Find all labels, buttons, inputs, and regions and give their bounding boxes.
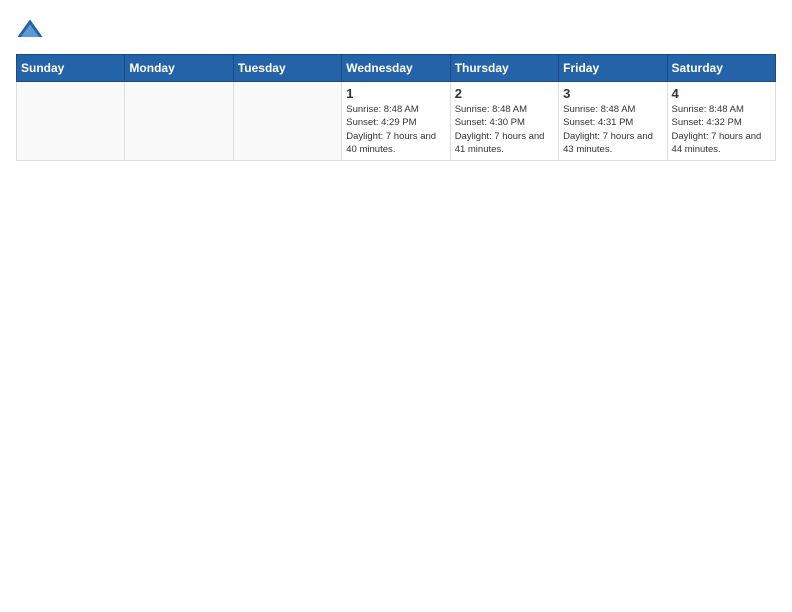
calendar-cell: 2 Sunrise: 8:48 AMSunset: 4:30 PMDaylight… (450, 82, 558, 161)
calendar-cell: 4 Sunrise: 8:48 AMSunset: 4:32 PMDaylight… (667, 82, 775, 161)
day-number: 3 (563, 86, 662, 101)
weekday-header-saturday: Saturday (667, 55, 775, 82)
day-number: 1 (346, 86, 445, 101)
weekday-header-tuesday: Tuesday (233, 55, 341, 82)
weekday-header-thursday: Thursday (450, 55, 558, 82)
weekday-header-sunday: Sunday (17, 55, 125, 82)
calendar-cell (17, 82, 125, 161)
day-info: Sunrise: 8:48 AMSunset: 4:31 PMDaylight:… (563, 103, 662, 156)
day-info: Sunrise: 8:48 AMSunset: 4:29 PMDaylight:… (346, 103, 445, 156)
day-info: Sunrise: 8:48 AMSunset: 4:30 PMDaylight:… (455, 103, 554, 156)
page-header (16, 16, 776, 44)
weekday-header-monday: Monday (125, 55, 233, 82)
day-info: Sunrise: 8:48 AMSunset: 4:32 PMDaylight:… (672, 103, 771, 156)
calendar-cell (125, 82, 233, 161)
logo-icon (16, 16, 44, 44)
logo (16, 16, 48, 44)
calendar-cell: 3 Sunrise: 8:48 AMSunset: 4:31 PMDaylight… (559, 82, 667, 161)
calendar-cell (233, 82, 341, 161)
weekday-header-friday: Friday (559, 55, 667, 82)
calendar-header-row: SundayMondayTuesdayWednesdayThursdayFrid… (17, 55, 776, 82)
calendar-cell: 1 Sunrise: 8:48 AMSunset: 4:29 PMDaylight… (342, 82, 450, 161)
day-number: 2 (455, 86, 554, 101)
calendar: SundayMondayTuesdayWednesdayThursdayFrid… (16, 54, 776, 161)
weekday-header-wednesday: Wednesday (342, 55, 450, 82)
day-number: 4 (672, 86, 771, 101)
calendar-week-1: 1 Sunrise: 8:48 AMSunset: 4:29 PMDaylight… (17, 82, 776, 161)
